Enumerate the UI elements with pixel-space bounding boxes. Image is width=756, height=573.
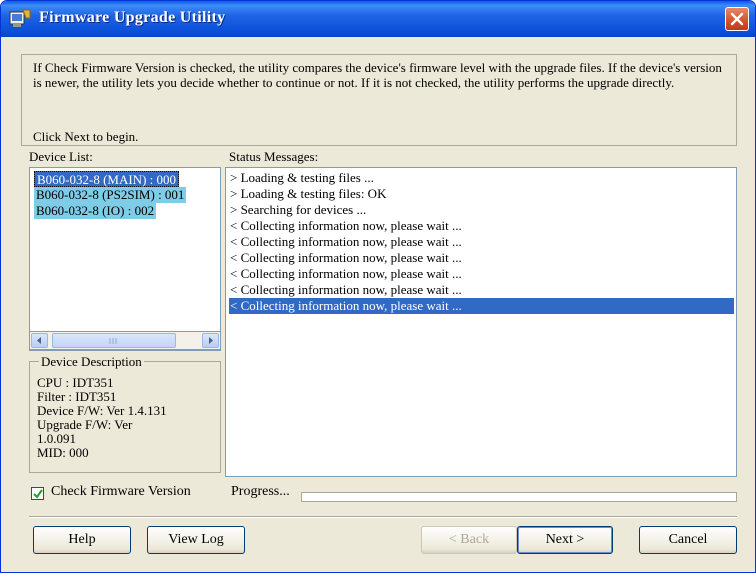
button-separator [29, 516, 737, 518]
firmware-upgrade-window: Firmware Upgrade Utility If Check Firmwa… [0, 0, 756, 573]
close-icon [730, 12, 744, 26]
back-button[interactable]: < Back [421, 526, 517, 554]
check-firmware-checkbox[interactable] [31, 487, 44, 500]
arrow-left-icon [37, 337, 41, 344]
device-description-legend: Device Description [39, 354, 144, 370]
device-list-label: Device List: [29, 149, 93, 164]
window-title: Firmware Upgrade Utility [39, 9, 226, 26]
scroll-thumb[interactable] [52, 333, 176, 348]
status-message: < Collecting information now, please wai… [230, 282, 462, 297]
checkmark-icon [33, 489, 43, 499]
scroll-left-button[interactable] [31, 333, 48, 348]
status-messages-label: Status Messages: [229, 149, 319, 164]
device-list[interactable]: B060-032-8 (MAIN) : 000 B060-032-8 (PS2S… [29, 167, 221, 351]
cancel-button[interactable]: Cancel [639, 526, 737, 554]
intro-text: If Check Firmware Version is checked, th… [33, 60, 722, 90]
title-bar[interactable]: Firmware Upgrade Utility [1, 1, 755, 37]
device-list-item[interactable]: B060-032-8 (IO) : 002 [34, 203, 157, 219]
status-message: < Collecting information now, please wai… [230, 234, 462, 249]
next-button[interactable]: Next > [517, 526, 613, 554]
status-messages-list[interactable]: > Loading & testing files ... > Loading … [225, 167, 737, 477]
view-log-button[interactable]: View Log [147, 526, 245, 554]
device-list-item[interactable]: B060-032-8 (PS2SIM) : 001 [34, 187, 187, 203]
help-button[interactable]: Help [33, 526, 131, 554]
progress-label: Progress... [231, 484, 290, 499]
click-next-text: Click Next to begin. [33, 129, 139, 144]
status-message: > Loading & testing files ... [230, 170, 374, 185]
status-message-selected[interactable]: < Collecting information now, please wai… [229, 298, 734, 314]
device-description-line: Device F/W: Ver 1.4.131 [37, 403, 167, 418]
close-button[interactable] [725, 7, 749, 31]
status-message: < Collecting information now, please wai… [230, 266, 462, 281]
device-list-item[interactable]: B060-032-8 (MAIN) : 000 [34, 171, 180, 187]
scroll-right-button[interactable] [202, 333, 219, 348]
device-description-line: CPU : IDT351 [37, 375, 114, 390]
device-description-line: Filter : IDT351 [37, 389, 117, 404]
firmware-icon [9, 9, 31, 27]
arrow-right-icon [209, 337, 213, 344]
status-message: > Searching for devices ... [230, 202, 367, 217]
grip-icon [109, 338, 117, 344]
device-description-line: 1.0.091 [37, 431, 76, 446]
device-list-scrollbar[interactable] [29, 331, 221, 350]
progress-bar [301, 492, 737, 502]
status-message: > Loading & testing files: OK [230, 186, 387, 201]
device-description-line: MID: 000 [37, 445, 89, 460]
status-message: < Collecting information now, please wai… [230, 218, 462, 233]
status-message: < Collecting information now, please wai… [230, 250, 462, 265]
device-description-line: Upgrade F/W: Ver [37, 417, 133, 432]
check-firmware-label[interactable]: Check Firmware Version [51, 484, 191, 500]
